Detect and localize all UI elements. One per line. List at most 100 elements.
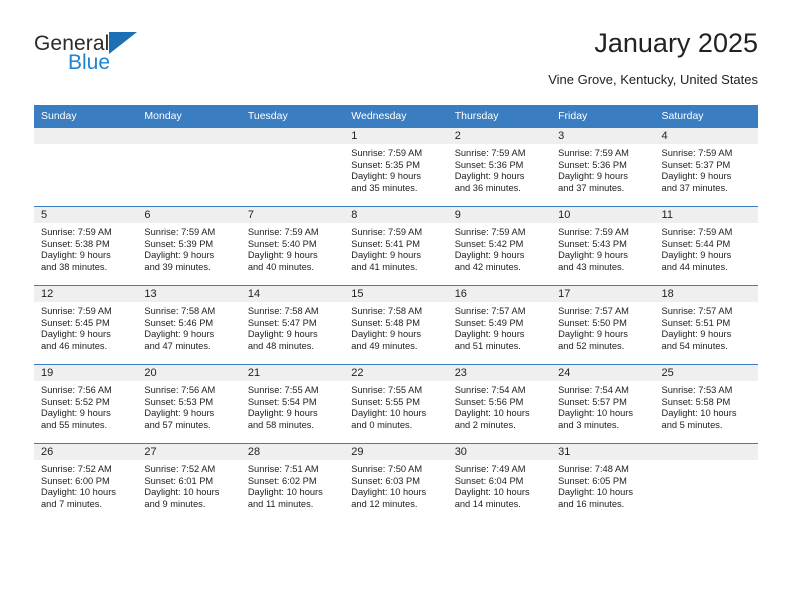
calendar-day-cell[interactable]: 23 Sunrise: 7:54 AM Sunset: 5:56 PM Dayligh… [447,364,552,444]
calendar-day-cell[interactable]: 10 Sunrise: 7:59 AM Sunset: 5:43 PM Dayligh… [551,206,655,286]
day-number: 3 [551,128,655,144]
daylight-text-line1: Daylight: 10 hours [247,487,323,498]
daylight-text-line1: Daylight: 9 hours [144,250,215,261]
calendar-day-cell[interactable]: 26 Sunrise: 7:52 AM Sunset: 6:00 PM Dayligh… [34,443,138,522]
day-details: Sunrise: 7:59 AM Sunset: 5:40 PM Daylight:… [241,223,344,273]
sunset-text: Sunset: 5:54 PM [247,396,317,407]
calendar-day-cell[interactable]: 30 Sunrise: 7:49 AM Sunset: 6:04 PM Dayligh… [447,443,552,522]
sunset-text: Sunset: 5:45 PM [41,317,110,328]
sunset-text: Sunset: 5:38 PM [41,238,110,249]
calendar-day-cell[interactable]: 31 Sunrise: 7:48 AM Sunset: 6:05 PM Dayligh… [551,443,655,522]
sunrise-text: Sunrise: 7:55 AM [351,385,423,395]
calendar-day-cell[interactable]: 18 Sunrise: 7:57 AM Sunset: 5:51 PM Dayligh… [654,285,758,365]
calendar-day-cell[interactable]: 14 Sunrise: 7:58 AM Sunset: 5:47 PM Dayligh… [240,285,345,365]
calendar-day-cell[interactable]: 21 Sunrise: 7:55 AM Sunset: 5:54 PM Dayligh… [240,364,345,444]
daylight-text-line2: and 35 minutes. [351,182,418,193]
sunrise-text: Sunrise: 7:59 AM [661,227,733,237]
day-details: Sunrise: 7:57 AM Sunset: 5:49 PM Daylight:… [448,302,551,352]
sunset-text: Sunset: 5:35 PM [351,159,420,170]
day-details: Sunrise: 7:58 AM Sunset: 5:48 PM Daylight:… [344,302,447,352]
day-details: Sunrise: 7:55 AM Sunset: 5:54 PM Daylight:… [241,381,344,431]
sunset-text: Sunset: 5:49 PM [454,317,524,328]
sunrise-text: Sunrise: 7:59 AM [661,148,733,158]
blue-triangle-icon [109,32,138,54]
sunrise-text: Sunrise: 7:53 AM [661,385,733,395]
calendar-day-cell[interactable]: 27 Sunrise: 7:52 AM Sunset: 6:01 PM Dayligh… [137,443,241,522]
sunset-text: Sunset: 5:42 PM [454,238,524,249]
calendar-day-cell[interactable]: 19 Sunrise: 7:56 AM Sunset: 5:52 PM Dayligh… [34,364,138,444]
calendar-day-cell[interactable]: 25 Sunrise: 7:53 AM Sunset: 5:58 PM Dayligh… [654,364,758,444]
day-details: Sunrise: 7:59 AM Sunset: 5:37 PM Daylight:… [655,144,758,194]
day-number: 9 [447,207,552,223]
weekday-header-wednesday: Wednesday [344,105,448,128]
sunset-text: Sunset: 5:56 PM [454,396,524,407]
calendar-day-cell-empty [240,127,345,207]
sunset-text: Sunset: 5:48 PM [351,317,420,328]
day-number: 22 [344,365,448,381]
daylight-text-line2: and 2 minutes. [454,419,516,430]
daylight-text-line2: and 37 minutes. [558,182,625,193]
day-number: 24 [551,365,655,381]
daylight-text-line1: Daylight: 9 hours [454,250,525,261]
day-details: Sunrise: 7:59 AM Sunset: 5:39 PM Daylight:… [137,223,240,273]
day-details: Sunrise: 7:58 AM Sunset: 5:46 PM Daylight:… [137,302,240,352]
day-details: Sunrise: 7:56 AM Sunset: 5:53 PM Daylight:… [137,381,240,431]
day-details: Sunrise: 7:59 AM Sunset: 5:38 PM Daylight:… [34,223,137,273]
daylight-text-line2: and 57 minutes. [144,419,211,430]
calendar-day-cell[interactable]: 5 Sunrise: 7:59 AM Sunset: 5:38 PM Daylight… [34,206,138,286]
daylight-text-line2: and 52 minutes. [558,340,625,351]
daylight-text-line2: and 0 minutes. [351,419,413,430]
daylight-text-line2: and 58 minutes. [247,419,314,430]
calendar-day-cell[interactable]: 13 Sunrise: 7:58 AM Sunset: 5:46 PM Dayligh… [137,285,241,365]
calendar-day-cell[interactable]: 28 Sunrise: 7:51 AM Sunset: 6:02 PM Dayligh… [240,443,345,522]
calendar-day-cell[interactable]: 16 Sunrise: 7:57 AM Sunset: 5:49 PM Dayligh… [447,285,552,365]
sunrise-text: Sunrise: 7:48 AM [558,464,629,474]
daylight-text-line1: Daylight: 9 hours [454,171,525,182]
calendar-day-cell[interactable]: 12 Sunrise: 7:59 AM Sunset: 5:45 PM Dayligh… [34,285,138,365]
weekday-header-thursday: Thursday [447,105,552,128]
day-number: 5 [34,207,138,223]
daylight-text-line1: Daylight: 9 hours [454,329,525,340]
sunset-text: Sunset: 5:36 PM [558,159,627,170]
daylight-text-line2: and 11 minutes. [247,498,314,509]
daylight-text-line1: Daylight: 9 hours [41,329,111,340]
sunrise-text: Sunrise: 7:57 AM [454,306,526,316]
calendar-day-cell[interactable]: 20 Sunrise: 7:56 AM Sunset: 5:53 PM Dayligh… [137,364,241,444]
sunset-text: Sunset: 5:51 PM [661,317,731,328]
calendar-day-cell[interactable]: 29 Sunrise: 7:50 AM Sunset: 6:03 PM Dayligh… [344,443,448,522]
calendar-page: General Blue January 2025 Vine Grove, Ke… [0,0,792,612]
calendar-week-row: 26 Sunrise: 7:52 AM Sunset: 6:00 PM Dayligh… [34,443,758,522]
day-number: 27 [137,444,241,460]
daylight-text-line2: and 40 minutes. [247,261,314,272]
generalblue-logo[interactable]: General Blue [34,32,224,88]
sunset-text: Sunset: 6:03 PM [351,475,420,486]
calendar-day-cell[interactable]: 22 Sunrise: 7:55 AM Sunset: 5:55 PM Dayligh… [344,364,448,444]
sunrise-text: Sunrise: 7:59 AM [558,148,629,158]
calendar-day-cell[interactable]: 9 Sunrise: 7:59 AM Sunset: 5:42 PM Daylight… [447,206,552,286]
daylight-text-line2: and 36 minutes. [454,182,521,193]
daylight-text-line2: and 12 minutes. [351,498,418,509]
calendar-day-cell[interactable]: 2 Sunrise: 7:59 AM Sunset: 5:36 PM Daylight… [447,127,552,207]
calendar-day-cell[interactable]: 11 Sunrise: 7:59 AM Sunset: 5:44 PM Dayligh… [654,206,758,286]
day-details: Sunrise: 7:57 AM Sunset: 5:51 PM Daylight:… [655,302,758,352]
calendar-day-cell[interactable]: 6 Sunrise: 7:59 AM Sunset: 5:39 PM Daylight… [137,206,241,286]
calendar-day-cell[interactable]: 7 Sunrise: 7:59 AM Sunset: 5:40 PM Daylight… [240,206,345,286]
calendar-day-cell[interactable]: 4 Sunrise: 7:59 AM Sunset: 5:37 PM Daylight… [654,127,758,207]
weekday-header-tuesday: Tuesday [240,105,345,128]
daylight-text-line2: and 42 minutes. [454,261,521,272]
day-number: 25 [654,365,758,381]
daylight-text-line2: and 48 minutes. [247,340,314,351]
calendar-day-cell[interactable]: 17 Sunrise: 7:57 AM Sunset: 5:50 PM Dayligh… [551,285,655,365]
calendar-day-cell[interactable]: 15 Sunrise: 7:58 AM Sunset: 5:48 PM Dayligh… [344,285,448,365]
weekday-header-saturday: Saturday [654,105,758,128]
day-details: Sunrise: 7:52 AM Sunset: 6:01 PM Daylight:… [137,460,240,510]
calendar-day-cell[interactable]: 24 Sunrise: 7:54 AM Sunset: 5:57 PM Dayligh… [551,364,655,444]
calendar-day-cell[interactable]: 3 Sunrise: 7:59 AM Sunset: 5:36 PM Daylight… [551,127,655,207]
daylight-text-line1: Daylight: 9 hours [351,329,422,340]
logo-text-blue: Blue [68,51,111,74]
daylight-text-line1: Daylight: 9 hours [351,250,422,261]
calendar-day-cell[interactable]: 1 Sunrise: 7:59 AM Sunset: 5:35 PM Daylight… [344,127,448,207]
daylight-text-line1: Daylight: 10 hours [41,487,116,498]
calendar-day-cell[interactable]: 8 Sunrise: 7:59 AM Sunset: 5:41 PM Daylight… [344,206,448,286]
calendar-week-row: 19 Sunrise: 7:56 AM Sunset: 5:52 PM Dayligh… [34,364,758,444]
